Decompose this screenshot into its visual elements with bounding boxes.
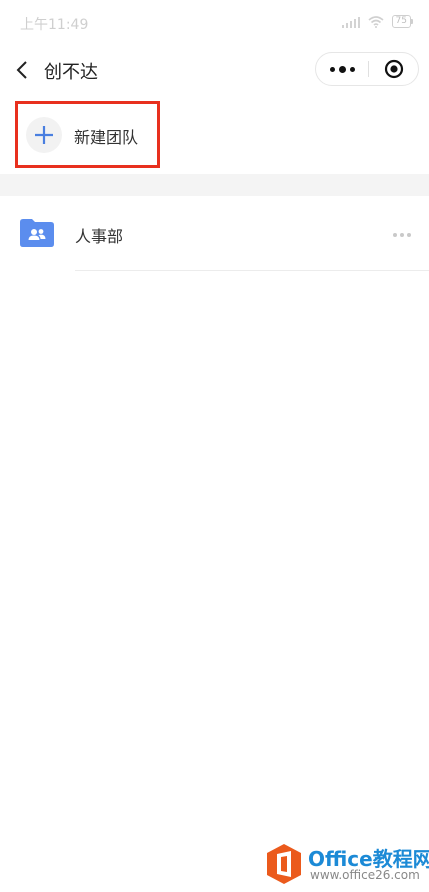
- more-button[interactable]: [316, 53, 368, 85]
- status-bar: 上午11:49 75: [0, 0, 429, 44]
- plus-icon: [35, 126, 53, 144]
- team-list-item[interactable]: 人事部: [0, 196, 429, 272]
- new-team-button[interactable]: 新建团队: [15, 101, 160, 168]
- chevron-left-icon: [16, 61, 27, 79]
- new-team-label: 新建团队: [74, 128, 139, 147]
- target-close-icon: [384, 59, 404, 79]
- wifi-icon: [368, 15, 384, 28]
- section-divider: [0, 174, 429, 196]
- back-button[interactable]: [12, 56, 36, 84]
- plus-icon-circle: [26, 117, 62, 153]
- watermark-url: www.office26.com: [310, 868, 420, 882]
- status-time: 上午11:49: [20, 17, 89, 33]
- team-name: 人事部: [75, 227, 124, 246]
- team-more-button[interactable]: [391, 229, 413, 241]
- list-divider: [75, 270, 429, 271]
- more-dots-icon: [329, 66, 335, 72]
- status-indicators: 75: [341, 15, 414, 28]
- mini-program-capsule: [315, 52, 419, 86]
- team-folder-icon: [20, 219, 54, 247]
- watermark: Office教程网 www.office26.com: [264, 839, 429, 887]
- battery-icon: 75: [391, 15, 414, 28]
- page-title: 创不达: [44, 62, 98, 83]
- office-logo-icon: [267, 844, 301, 884]
- more-horizontal-icon: [393, 233, 397, 237]
- signal-icon: [341, 16, 360, 28]
- close-button[interactable]: [369, 53, 419, 85]
- nav-bar: 创不达: [0, 44, 429, 96]
